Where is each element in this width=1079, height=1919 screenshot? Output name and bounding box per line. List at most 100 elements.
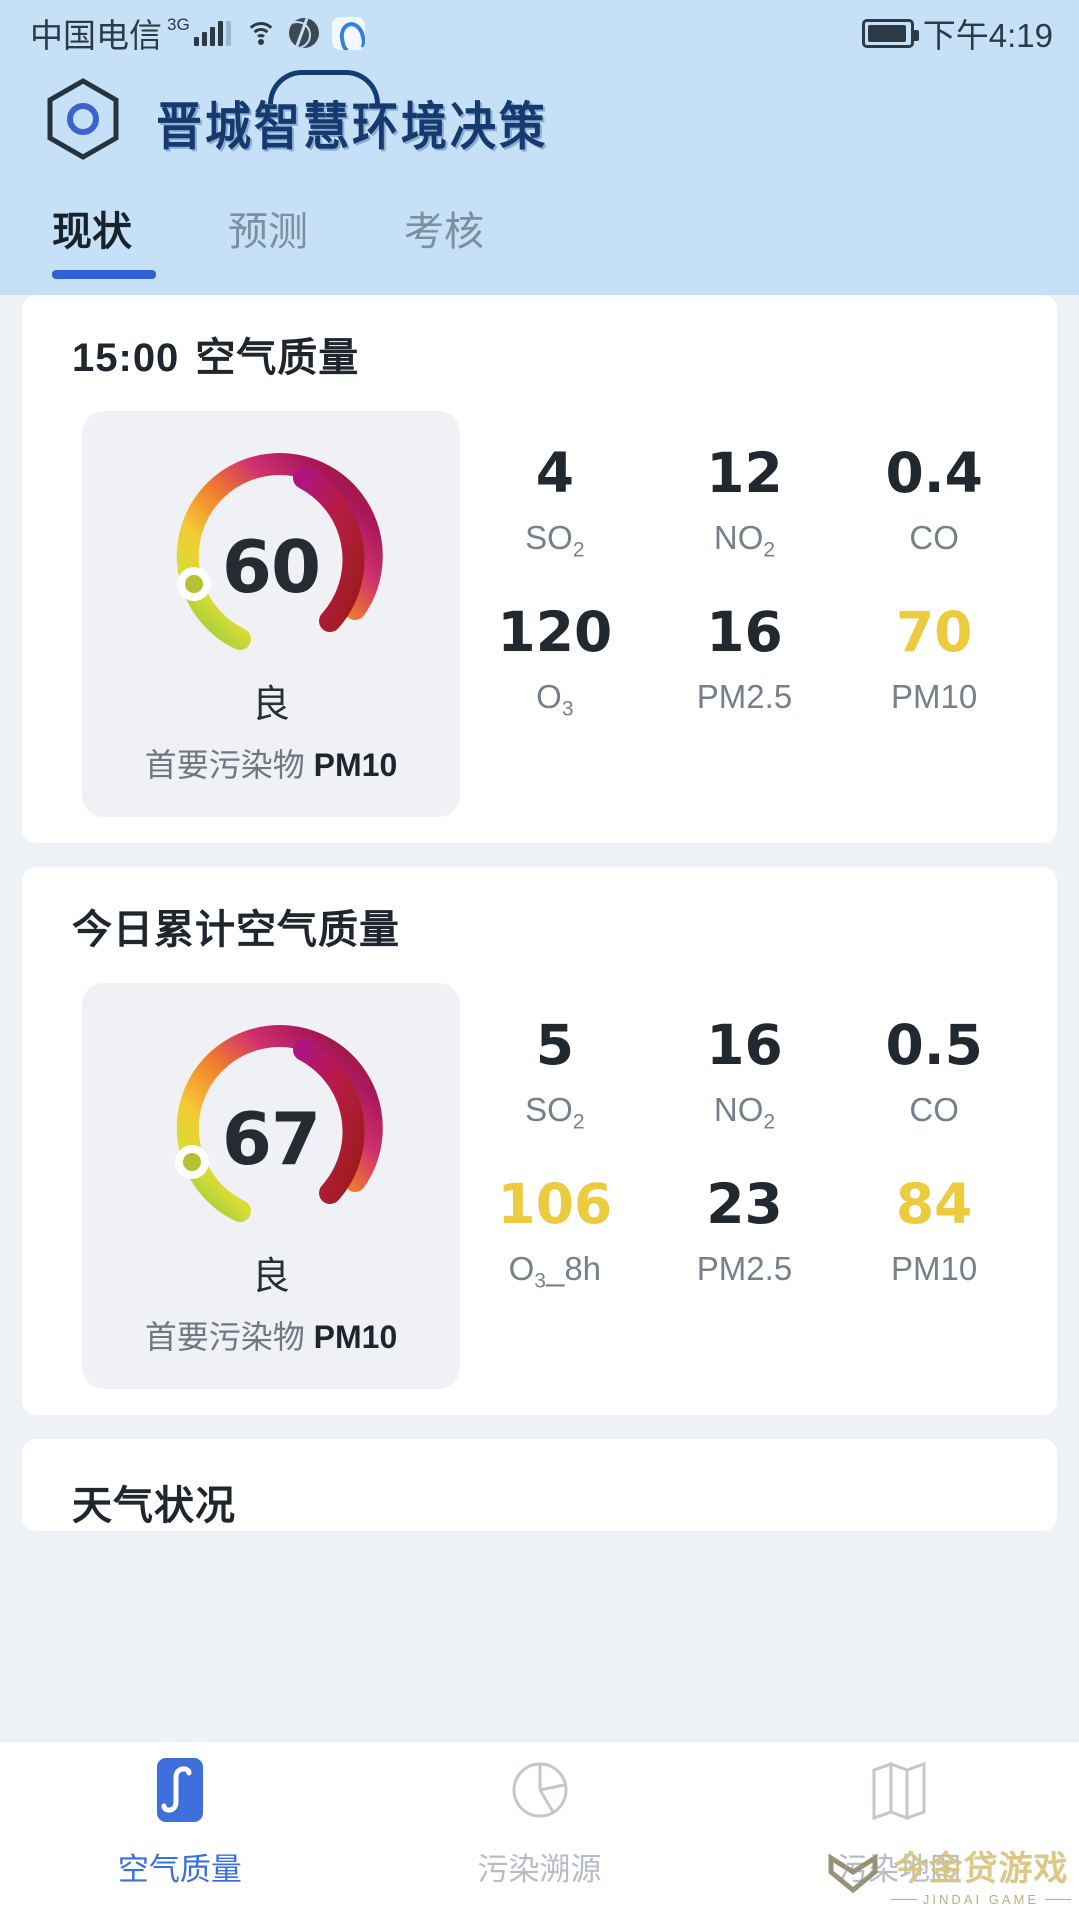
pollutant-label-text: CO [909,518,959,556]
pollutant-cell-o3: 120 O3 [460,604,650,721]
card-today-cumulative-aqi: 今日累计空气质量 67 良 首要污染物 PM10 5 SO2 16 NO2 0.… [22,867,1057,1415]
pollutant-label: SO2 [460,519,650,563]
app-header: 晋城智慧环境决策 [0,66,1079,171]
app-screen: 中国电信 3G 下午4:19 晋城智慧环境决策 现状 预测 考核 15:00 空… [0,0,1079,1919]
signal-bars-icon [193,20,231,46]
pollutant-label-text: O [536,678,562,716]
tab-bar: 现状 预测 考核 [0,185,1079,295]
primary-pollutant-line: 首要污染物 PM10 [145,1312,398,1358]
tab-label: 预测 [228,210,308,254]
primary-pollutant-name: PM10 [313,747,398,783]
pollutant-label-text: CO [909,1090,959,1128]
pollutant-value: 106 [497,1172,613,1237]
globe-icon [288,18,319,48]
pollutant-label-sub: 3 [561,697,574,721]
content-scroll-area[interactable]: 15:00 空气质量 60 良 首要污染物 PM10 4 SO2 12 NO2 … [0,295,1079,1919]
tab-active-underline [52,270,156,279]
pollutant-cell-no2: 12 NO2 [650,441,840,563]
card-title-label: 天气状况 [72,1484,236,1528]
primary-pollutant-name: PM10 [313,1319,398,1355]
pollutant-label-text: PM2.5 [696,678,793,716]
pollutant-label: NO2 [650,519,840,563]
pollutant-cell-o3-8h: 106 O3_8h [460,1176,650,1293]
tab-kaohe[interactable]: 考核 [404,185,484,295]
pollutant-label-sub: 3 [534,1269,546,1293]
pollutant-cell-so2: 4 SO2 [460,441,650,563]
pollutant-label-sub: 2 [572,538,585,562]
pollutant-value: 4 [535,441,574,505]
pollutant-label: CO [839,1091,1029,1129]
primary-pollutant-line: 首要污染物 PM10 [145,740,398,786]
pollutant-cell-no2: 16 NO2 [650,1013,840,1135]
pollutant-value: 0.4 [885,441,983,505]
clock-label: 下午4:19 [922,17,1053,54]
wifi-icon [244,20,278,46]
pollutant-grid: 5 SO2 16 NO2 0.5 CO 106 O3_8h 23 PM2.5 8… [460,1013,1039,1294]
tab-xianzhuang[interactable]: 现状 [52,185,156,295]
watermark-sub-label: JINDAI GAME [891,1892,1071,1907]
aqi-gauge: 60 [154,437,388,659]
pollutant-label-text: O [508,1250,535,1288]
pollutant-cell-so2: 5 SO2 [460,1013,650,1134]
pollutant-value: 12 [706,441,783,505]
card-title: 今日累计空气质量 [22,897,1057,955]
aqi-row: 67 良 首要污染物 PM10 5 SO2 16 NO2 0.5 CO 106 … [22,983,1057,1389]
pollutant-value: 16 [706,1013,783,1077]
pollutant-cell-co: 0.5 CO [839,1013,1029,1134]
pollutant-label-text: NO [713,518,764,556]
pollutant-value: 70 [895,600,973,665]
pollutant-label-text: PM10 [891,1250,978,1288]
nav-label: 空气质量 [117,1852,242,1887]
primary-pollutant-prefix: 首要污染物 [144,1319,305,1355]
watermark-text: 今金贷游戏 JINDAI GAME [891,1841,1071,1907]
pollutant-label-text: SO [525,518,573,556]
pollutant-label-text: SO [525,1090,573,1128]
primary-pollutant-prefix: 首要污染物 [144,747,305,783]
aqi-value: 60 [221,525,321,609]
aqi-value: 67 [221,1097,321,1181]
aqi-gauge-panel: 60 良 首要污染物 PM10 [82,411,460,817]
pollutant-value: 5 [535,1013,574,1077]
pollutant-label: PM2.5 [650,1250,840,1288]
pollutant-label: O3_8h [460,1250,650,1294]
pollutant-label: O3 [460,678,650,722]
app-icon [331,16,365,50]
pollutant-cell-pm10: 84 PM10 [839,1176,1029,1293]
aqi-level-label: 良 [251,1256,290,1298]
card-title-label: 今日累计空气质量 [72,908,400,952]
pollutant-cell-pm10: 70 PM10 [839,604,1029,721]
pollutant-label-suffix: _8h [545,1250,602,1288]
pollutant-label: PM2.5 [650,678,840,716]
tab-label: 现状 [52,210,132,254]
pollutant-value: 84 [895,1172,973,1237]
watermark-logo-icon [825,1846,881,1902]
pollutant-label-sub: 2 [763,538,776,562]
brand-title-wrap: 晋城智慧环境决策 [156,69,548,156]
tab-yuce[interactable]: 预测 [228,185,308,295]
card-title-label: 空气质量 [195,336,360,380]
pollutant-grid: 4 SO2 12 NO2 0.4 CO 120 O3 16 PM2.5 70 P… [460,441,1039,722]
pollutant-value: 0.5 [885,1013,983,1077]
pollutant-label: PM10 [839,678,1029,716]
pollutant-label: PM10 [839,1250,1029,1288]
aqi-gauge: 67 [154,1009,388,1231]
watermark: 今金贷游戏 JINDAI GAME [825,1841,1071,1907]
pollutant-label: NO2 [650,1091,840,1135]
battery-icon [861,18,919,48]
nav-item-air-quality[interactable]: 空气质量 [0,1742,360,1919]
pollutant-cell-pm25: 23 PM2.5 [650,1176,840,1293]
pollutant-value: 120 [497,600,613,665]
carrier-label: 中国电信 [30,17,162,54]
pollutant-label: CO [839,519,1029,557]
aqi-level-label: 良 [251,684,290,726]
status-bar-left: 中国电信 3G [30,9,365,57]
card-title: 15:00 空气质量 [22,325,1057,383]
pollutant-label-text: PM2.5 [696,1250,793,1288]
nav-item-pollution-source[interactable]: 污染溯源 [360,1742,720,1919]
status-bar-right: 下午4:19 [861,9,1053,57]
card-current-aqi: 15:00 空气质量 60 良 首要污染物 PM10 4 SO2 12 NO2 … [22,295,1057,843]
pollutant-value: 16 [706,600,783,665]
pollutant-label-sub: 2 [572,1110,585,1134]
integral-curve-icon [149,1756,211,1824]
map-icon [868,1756,930,1824]
